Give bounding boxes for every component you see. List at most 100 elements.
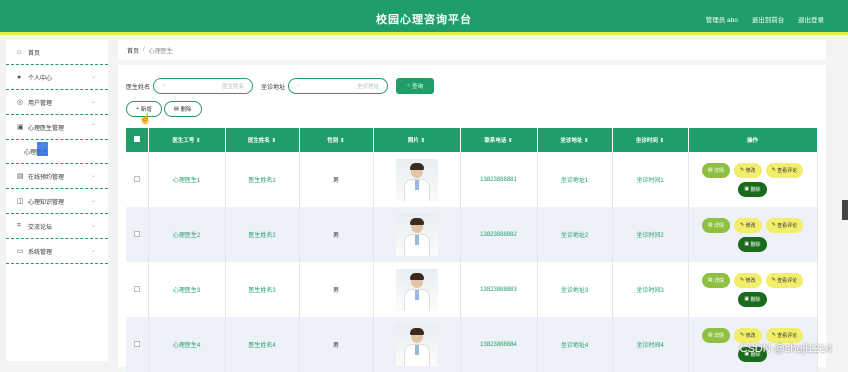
trash-icon: ▤ [174, 106, 181, 112]
selection-highlight [37, 142, 48, 156]
cell-name: 医生姓名2 [225, 207, 299, 262]
cell-phone: 13823888883 [460, 262, 537, 317]
table-row: 心理医生3 医生姓名3 男 13823888883 坐诊地址3 坐诊时间3 ▤ … [126, 262, 817, 317]
cell-name: 医生姓名3 [225, 262, 299, 317]
row-checkbox[interactable] [126, 207, 148, 262]
detail-button[interactable]: ▤ 详情 [702, 218, 730, 233]
sidebar-item-forum[interactable]: ⌗交流论坛⌄ [6, 214, 108, 239]
breadcrumb-current: 心理医生 [149, 46, 173, 55]
batch-delete-button[interactable]: ▤ 删除 [164, 101, 202, 117]
query-button[interactable]: ○ 查询 [396, 78, 434, 94]
cell-time: 坐诊时间1 [612, 152, 688, 207]
row-checkbox[interactable] [126, 317, 148, 372]
sidebar-item-home[interactable]: ⌂首页 [6, 40, 108, 65]
detail-button[interactable]: ▤ 详情 [702, 273, 730, 288]
cell-addr: 坐诊地址1 [537, 152, 612, 207]
table-row: 心理医生1 医生姓名1 男 13823888881 坐诊地址1 坐诊时间1 ▤ … [126, 152, 817, 207]
cell-photo [373, 317, 460, 372]
sidebar-item-knowledge[interactable]: ◫心理知识管理⌄ [6, 189, 108, 214]
view-comments-button[interactable]: ✎ 查看评论 [766, 328, 804, 343]
breadcrumb-home[interactable]: 首页 [127, 46, 139, 55]
admin-link[interactable]: 管理员 abo [706, 17, 738, 24]
doctor-photo [396, 214, 438, 256]
sidebar-item-users[interactable]: ◎用户管理⌄ [6, 90, 108, 115]
cell-time: 坐诊时间4 [612, 317, 688, 372]
chevron-down-icon: ⌄ [91, 247, 96, 254]
delete-button[interactable]: ▣ 删除 [738, 237, 766, 252]
column-header[interactable]: 性别 ⇕ [299, 128, 373, 152]
column-header[interactable]: 照片 ⇕ [373, 128, 460, 152]
name-search-input[interactable]: ○医生姓名 [153, 78, 253, 94]
doctor-photo [396, 324, 438, 366]
doctor-photo [396, 159, 438, 201]
sidebar-item-label: 交流论坛 [28, 222, 52, 231]
side-scroll-handle[interactable] [842, 200, 848, 220]
briefcase-icon: ▣ [17, 123, 27, 131]
edit-button[interactable]: ✎ 修改 [734, 273, 762, 288]
breadcrumb-separator: / [143, 47, 145, 53]
sidebar-item-label: 个人中心 [28, 73, 52, 82]
sidebar-item-label: 在线预约管理 [28, 172, 64, 181]
watermark: CSDN @sheji1214 [740, 343, 833, 355]
mouse-cursor-icon: ☝ [139, 114, 151, 125]
cell-phone: 13823888884 [460, 317, 537, 372]
cell-id: 心理医生1 [148, 152, 225, 207]
column-header-ops: 操作 [688, 128, 817, 152]
sidebar: ⌂首页 ●个人中心⌄ ◎用户管理⌄ ▣心理医生管理⌃ 心理医生 ▤在线预约管理⌄… [6, 40, 108, 361]
edit-button[interactable]: ✎ 修改 [734, 163, 762, 178]
cell-ops: ▤ 详情 ✎ 修改 ✎ 查看评论▣ 删除 [688, 262, 817, 317]
addr-search-label: 坐诊地址 [261, 82, 285, 91]
home-icon: ⌂ [17, 49, 27, 56]
column-header[interactable]: 医生工号 ⇕ [148, 128, 225, 152]
column-header[interactable]: 医生姓名 ⇕ [225, 128, 299, 152]
user-icon: ● [17, 74, 27, 81]
cell-addr: 坐诊地址3 [537, 262, 612, 317]
sidebar-item-system[interactable]: ▭系统管理 ⌄ [6, 239, 108, 264]
delete-button[interactable]: ▣ 删除 [738, 182, 766, 197]
sidebar-item-profile[interactable]: ●个人中心⌄ [6, 65, 108, 90]
chevron-down-icon: ⌄ [91, 98, 96, 105]
sidebar-item-doctors[interactable]: ▣心理医生管理⌃ [6, 115, 108, 140]
back-to-front-link[interactable]: 退出到前台 [752, 17, 785, 24]
cell-sex: 男 [299, 207, 373, 262]
chevron-up-icon: ⌃ [91, 123, 96, 130]
addr-search-input[interactable]: ○坐诊地址 [288, 78, 388, 94]
row-checkbox[interactable] [126, 262, 148, 317]
top-header: 校园心理咨询平台 管理员 abo 退出到前台 退出登录 [0, 0, 848, 35]
sidebar-subitem-doctor[interactable]: 心理医生 [6, 140, 108, 164]
cell-id: 心理医生2 [148, 207, 225, 262]
cell-photo [373, 207, 460, 262]
detail-button[interactable]: ▤ 详情 [702, 163, 730, 178]
cell-phone: 13823888882 [460, 207, 537, 262]
edit-button[interactable]: ✎ 修改 [734, 218, 762, 233]
users-icon: ◎ [17, 98, 27, 106]
table-header-row: 医生工号 ⇕ 医生姓名 ⇕ 性别 ⇕ 照片 ⇕ 联系电话 ⇕ 坐诊地址 ⇕ 坐诊… [126, 128, 817, 152]
column-header[interactable]: 联系电话 ⇕ [460, 128, 537, 152]
cell-id: 心理医生4 [148, 317, 225, 372]
view-comments-button[interactable]: ✎ 查看评论 [766, 273, 804, 288]
doctor-photo [396, 269, 438, 311]
edit-button[interactable]: ✎ 修改 [734, 328, 762, 343]
breadcrumb: 首页 / 心理医生 [118, 40, 826, 60]
select-all-checkbox[interactable] [126, 128, 148, 152]
detail-button[interactable]: ▤ 详情 [702, 328, 730, 343]
column-header[interactable]: 坐诊地址 ⇕ [537, 128, 612, 152]
sidebar-item-label: 心理知识管理 [28, 197, 64, 206]
sidebar-item-appointments[interactable]: ▤在线预约管理⌄ [6, 164, 108, 189]
main-content: 首页 / 心理医生 医生姓名 ○医生姓名 坐诊地址 ○坐诊地址 ○ 查询 + 新… [118, 40, 826, 367]
sidebar-item-label: 系统管理 [28, 247, 52, 256]
row-checkbox[interactable] [126, 152, 148, 207]
table-row: 心理医生2 医生姓名2 男 13823888882 坐诊地址2 坐诊时间2 ▤ … [126, 207, 817, 262]
sidebar-subitem-label: 心理医生 [24, 147, 48, 156]
cell-sex: 男 [299, 152, 373, 207]
cell-sex: 男 [299, 317, 373, 372]
view-comments-button[interactable]: ✎ 查看评论 [766, 218, 804, 233]
delete-button[interactable]: ▣ 删除 [738, 292, 766, 307]
cell-addr: 坐诊地址2 [537, 207, 612, 262]
logout-link[interactable]: 退出登录 [798, 17, 824, 24]
table-row: 心理医生4 医生姓名4 男 13823888884 坐诊地址4 坐诊时间4 ▤ … [126, 317, 817, 372]
column-header[interactable]: 坐诊时间 ⇕ [612, 128, 688, 152]
settings-icon: ▭ [17, 247, 27, 255]
cell-ops: ▤ 详情 ✎ 修改 ✎ 查看评论▣ 删除 [688, 207, 817, 262]
view-comments-button[interactable]: ✎ 查看评论 [766, 163, 804, 178]
